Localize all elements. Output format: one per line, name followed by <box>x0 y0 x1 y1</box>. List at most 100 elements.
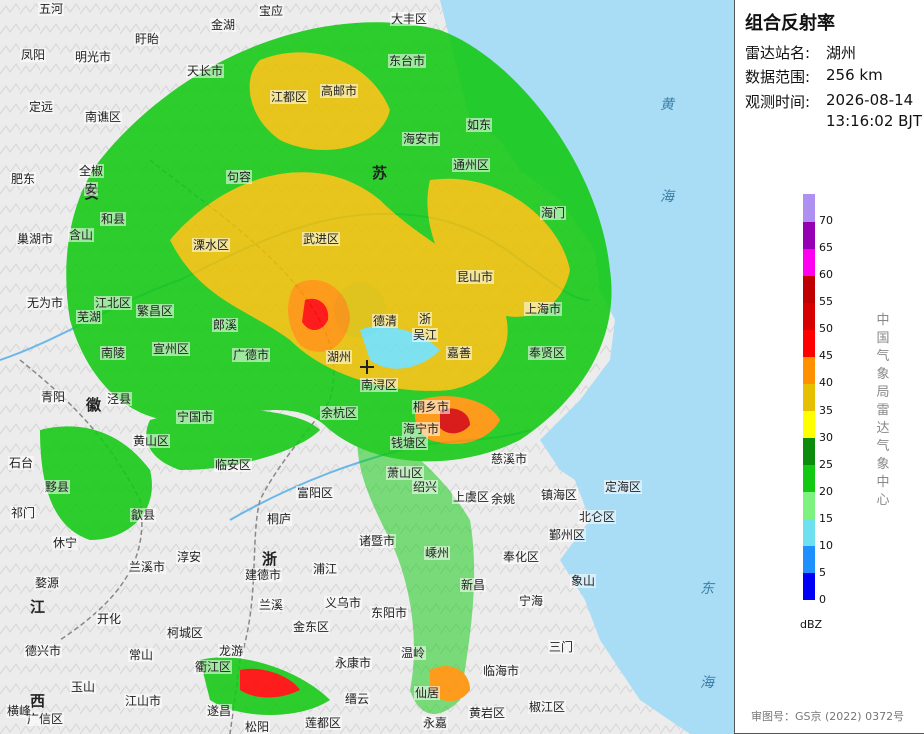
sea-label: 海 <box>660 189 674 205</box>
place-label: 定海区 <box>604 480 643 494</box>
place-label: 无为市 <box>26 296 65 310</box>
place-label: 嵊州 <box>424 546 451 560</box>
legend-swatch <box>803 248 815 276</box>
station-info: 雷达站名: 湖州 <box>745 42 856 63</box>
legend-tick-label: 10 <box>819 538 833 552</box>
place-label: 五河 <box>38 2 65 16</box>
legend-swatch <box>803 356 815 384</box>
place-label: 大丰区 <box>390 12 429 26</box>
info-panel: 组合反射率 雷达站名: 湖州 数据范围: 256 km 观测时间: 2026-0… <box>734 0 924 734</box>
place-label: 上虞区 <box>452 490 491 504</box>
place-label: 永康市 <box>334 656 373 670</box>
legend-swatch <box>803 302 815 330</box>
place-label: 南陵 <box>100 346 127 360</box>
place-label: 北仑区 <box>578 510 617 524</box>
legend-tick-label: 55 <box>819 295 833 309</box>
place-label: 淳安 <box>176 550 203 564</box>
place-label: 黟县 <box>44 480 71 494</box>
legend-swatch <box>803 572 815 601</box>
legend-swatch <box>803 491 815 520</box>
province-label: 浙 <box>262 550 278 568</box>
legend-source: 中国气象局雷达气象中心 <box>876 313 890 508</box>
range-info: 数据范围: 256 km <box>745 66 883 87</box>
radar-station-marker <box>360 360 374 374</box>
place-label: 和县 <box>100 212 127 226</box>
legend-swatch <box>803 383 815 412</box>
place-label: 嘉善 <box>446 346 473 360</box>
sea-label: 东 <box>700 581 714 597</box>
station-label: 雷达站名: <box>745 44 811 62</box>
place-label: 婺源 <box>34 576 61 590</box>
sea-label: 海 <box>700 675 714 691</box>
place-label: 东阳市 <box>370 606 409 620</box>
province-label: 西 <box>30 692 46 710</box>
place-label: 镇海区 <box>540 488 579 502</box>
time-label: 观测时间: <box>745 93 811 111</box>
range-label: 数据范围: <box>745 68 811 86</box>
place-label: 芜湖 <box>76 310 103 324</box>
place-label: 繁昌区 <box>136 304 175 318</box>
place-label: 宁海 <box>518 594 545 608</box>
place-label: 郎溪 <box>212 318 239 332</box>
legend-swatch <box>803 329 815 357</box>
place-label: 如东 <box>466 118 493 132</box>
place-label: 全椒 <box>78 164 105 178</box>
legend-swatch <box>803 275 815 303</box>
legend-tick-label: 25 <box>819 457 833 471</box>
place-label: 德兴市 <box>24 644 63 658</box>
place-label: 青阳 <box>40 390 67 404</box>
legend-tick-label: 35 <box>819 403 833 417</box>
dbz-legend <box>803 194 815 601</box>
place-label: 莲都区 <box>304 716 343 730</box>
place-label: 龙游 <box>218 644 245 658</box>
place-label: 高邮市 <box>320 84 359 98</box>
place-label: 奉贤区 <box>528 346 567 360</box>
sea-label: 黄 <box>660 97 674 113</box>
legend-unit: dBZ <box>800 618 823 631</box>
legend-swatch <box>803 194 815 222</box>
place-label: 祁门 <box>10 506 37 520</box>
place-label: 盱眙 <box>134 32 161 46</box>
time-date: 2026-08-14 <box>826 91 914 109</box>
legend-swatch <box>803 437 815 466</box>
legend-tick-label: 60 <box>819 268 833 282</box>
place-label: 昆山市 <box>456 270 495 284</box>
legend-tick-label: 70 <box>819 214 833 228</box>
place-label: 海宁市 <box>402 422 441 436</box>
place-label: 吴江 <box>412 328 439 342</box>
place-label: 德清 <box>372 314 399 328</box>
place-label: 黄岩区 <box>468 706 507 720</box>
place-label: 黄山区 <box>132 434 171 448</box>
station-value: 湖州 <box>826 44 857 62</box>
place-label: 湖州 <box>326 350 353 364</box>
legend-tick-label: 0 <box>819 593 826 606</box>
place-label: 萧山区 <box>386 466 425 480</box>
place-label: 通州区 <box>452 158 491 172</box>
place-label: 金东区 <box>292 620 331 634</box>
place-label: 浙 <box>418 312 433 326</box>
place-label: 临海市 <box>482 664 521 678</box>
place-label: 玉山 <box>70 680 97 694</box>
place-label: 缙云 <box>344 692 371 706</box>
province-label: 苏 <box>372 164 388 182</box>
place-label: 上海市 <box>524 302 563 316</box>
place-label: 泾县 <box>106 392 133 406</box>
time-clock: 13:16:02 BJT <box>826 112 923 130</box>
place-label: 广德市 <box>232 348 271 362</box>
place-label: 石台 <box>8 456 35 470</box>
radar-map[interactable]: 黄 海 东 海 苏 安 浙 徽 江 西 五河 宝应 大丰区 金湖 凤阳 明光市 … <box>0 0 734 734</box>
place-label: 凤阳 <box>20 48 47 62</box>
place-label: 宣州区 <box>152 342 191 356</box>
place-label: 慈溪市 <box>490 452 529 466</box>
place-label: 奉化区 <box>502 550 541 564</box>
place-label: 浦江 <box>312 562 339 576</box>
place-label: 横峰 <box>6 704 33 718</box>
place-label: 桐乡市 <box>412 400 451 414</box>
place-label: 天长市 <box>186 64 225 78</box>
place-label: 仙居 <box>414 686 441 700</box>
place-label: 肥东 <box>10 172 37 186</box>
place-label: 钱塘区 <box>390 436 429 450</box>
place-label: 句容 <box>226 170 253 184</box>
place-label: 江都区 <box>270 90 309 104</box>
place-label: 椒江区 <box>528 700 567 714</box>
